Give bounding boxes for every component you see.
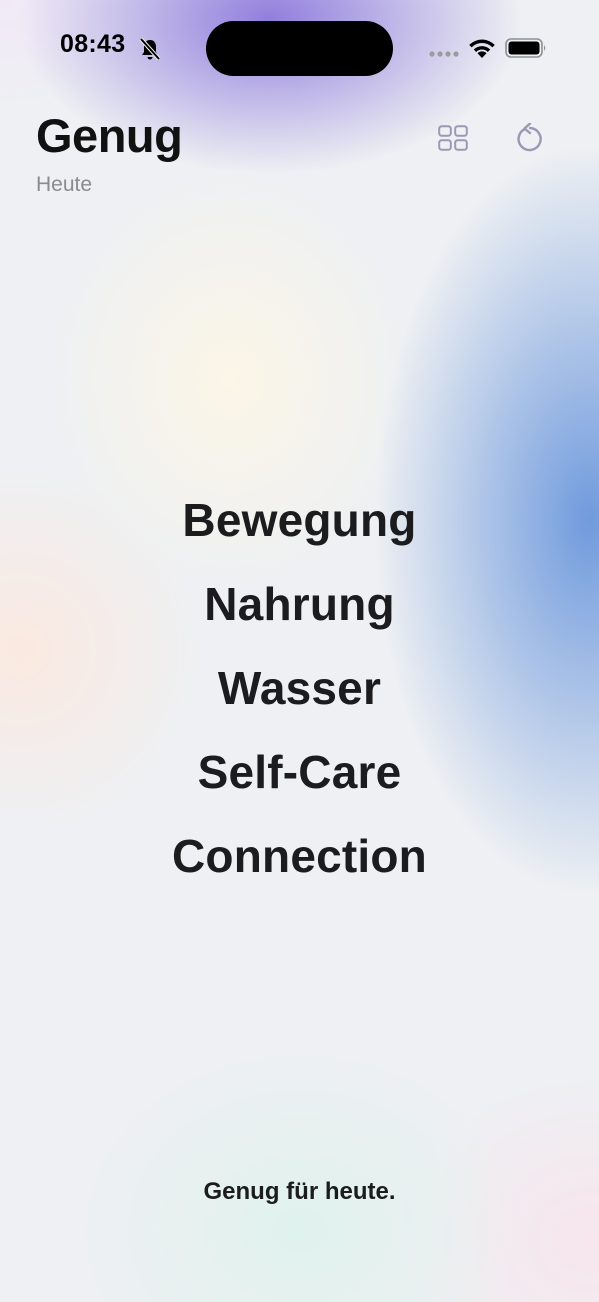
- reset-icon: [517, 123, 542, 152]
- dynamic-island: [206, 21, 393, 76]
- category-item-connection[interactable]: Connection: [0, 814, 599, 898]
- category-list: Bewegung Nahrung Wasser Self-Care Connec…: [0, 478, 599, 898]
- bell-slash-icon: [139, 37, 161, 61]
- reset-button[interactable]: [508, 116, 552, 160]
- category-item-self-care[interactable]: Self-Care: [0, 730, 599, 814]
- cellular-signal-icon: [429, 51, 459, 57]
- status-bar: 08:43: [0, 0, 599, 96]
- app-title: Genug: [36, 109, 183, 162]
- category-item-bewegung[interactable]: Bewegung: [0, 478, 599, 562]
- battery-icon: [505, 38, 546, 58]
- category-item-nahrung[interactable]: Nahrung: [0, 562, 599, 646]
- grid-view-button[interactable]: [431, 116, 475, 160]
- date-subtitle: Heute: [36, 173, 93, 196]
- footer-message: Genug für heute.: [203, 1178, 396, 1205]
- category-item-wasser[interactable]: Wasser: [0, 646, 599, 730]
- grid-view-icon: [438, 125, 468, 151]
- status-time: 08:43: [60, 30, 126, 58]
- wifi-icon: [469, 39, 495, 58]
